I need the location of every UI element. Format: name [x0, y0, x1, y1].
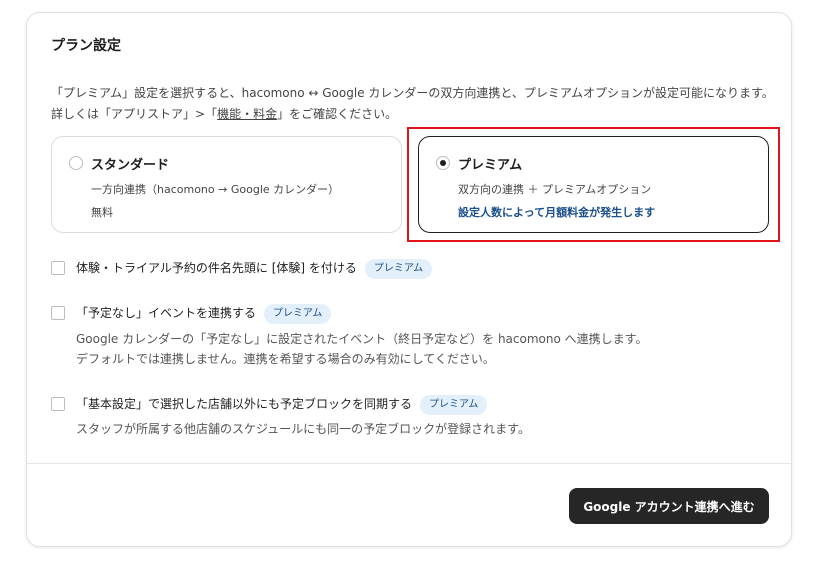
- plan-option-standard[interactable]: スタンダード 一方向連携（hacomono → Google カレンダー） 無料: [51, 136, 402, 233]
- description-line-2: 詳しくは「アプリストア」>「機能・料金」をご確認ください。: [51, 104, 774, 125]
- description-line-1: 「プレミアム」設定を選択すると、hacomono ↔ Google カレンダーの…: [51, 86, 774, 100]
- plan-settings-card: プラン設定 「プレミアム」設定を選択すると、hacomono ↔ Google …: [26, 12, 792, 547]
- premium-radio[interactable]: [436, 156, 450, 170]
- section-title: プラン設定: [51, 38, 121, 54]
- description-suffix: 」をご確認ください。: [277, 107, 398, 121]
- premium-plan-description: 双方向の連携 ＋ プレミアムオプション: [458, 183, 652, 196]
- section-description: 「プレミアム」設定を選択すると、hacomono ↔ Google カレンダーの…: [51, 83, 774, 125]
- sync-other-stores-help: スタッフが所属する他店舗のスケジュールにも同一の予定ブロックが登録されます。: [76, 422, 530, 436]
- option-label: 体験・トライアル予約の件名先頭に [体験] を付ける プレミアム: [76, 259, 433, 279]
- sync-other-stores-label: 「基本設定」で選択した店舗以外にも予定ブロックを同期する: [76, 397, 413, 411]
- option-label: 「予定なし」イベントを連携する プレミアム: [76, 304, 332, 324]
- premium-badge: プレミアム: [364, 259, 433, 279]
- description-prefix: 詳しくは「アプリストア」>「: [51, 107, 218, 121]
- plan-option-premium[interactable]: プレミアム 双方向の連携 ＋ プレミアムオプション 設定人数によって月額料金が発…: [418, 136, 769, 233]
- no-schedule-events-label: 「予定なし」イベントを連携する: [76, 306, 257, 320]
- standard-plan-name: スタンダード: [91, 158, 170, 173]
- sync-other-stores-checkbox[interactable]: [51, 397, 65, 411]
- footer-divider: [27, 463, 791, 464]
- no-schedule-events-help-2: デフォルトでは連携しません。連携を希望する場合のみ有効にしてください。: [76, 352, 495, 366]
- premium-badge: プレミアム: [264, 304, 332, 324]
- no-schedule-events-checkbox[interactable]: [51, 306, 65, 320]
- premium-badge: プレミアム: [420, 395, 488, 415]
- trial-prefix-checkbox[interactable]: [51, 261, 65, 275]
- no-schedule-events-help-1: Google カレンダーの「予定なし」に設定されたイベント（終日予定など）を h…: [76, 332, 648, 346]
- standard-plan-description: 一方向連携（hacomono → Google カレンダー）: [91, 183, 340, 196]
- features-pricing-link[interactable]: 機能・料金: [217, 107, 277, 121]
- google-account-link-button[interactable]: Google アカウント連携へ進む: [569, 488, 769, 524]
- option-label: 「基本設定」で選択した店舗以外にも予定ブロックを同期する プレミアム: [76, 395, 488, 415]
- standard-plan-price: 無料: [91, 206, 113, 219]
- premium-plan-price-note: 設定人数によって月額料金が発生します: [458, 206, 656, 219]
- trial-prefix-label: 体験・トライアル予約の件名先頭に [体験] を付ける: [76, 261, 357, 275]
- standard-radio[interactable]: [69, 156, 83, 170]
- premium-plan-name: プレミアム: [458, 158, 523, 173]
